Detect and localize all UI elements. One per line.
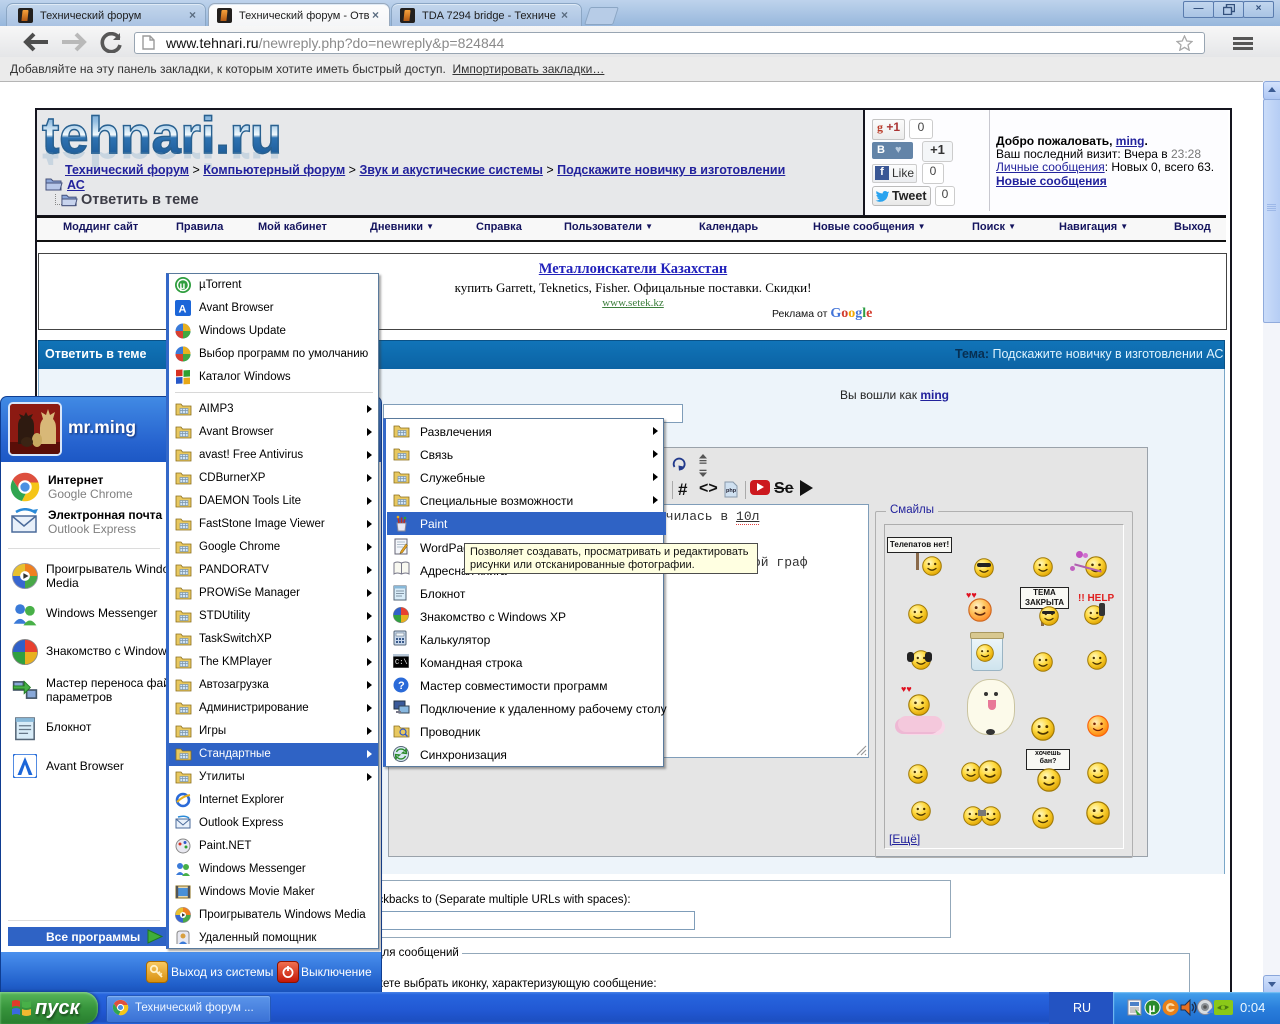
svg-text:?: ? [398,680,405,692]
svg-text:µ: µ [1149,1001,1156,1015]
svg-text:C:\: C:\ [395,659,408,667]
svg-text:php: php [726,488,737,494]
svg-text:µ: µ [180,281,186,292]
svg-text:A: A [179,304,187,316]
